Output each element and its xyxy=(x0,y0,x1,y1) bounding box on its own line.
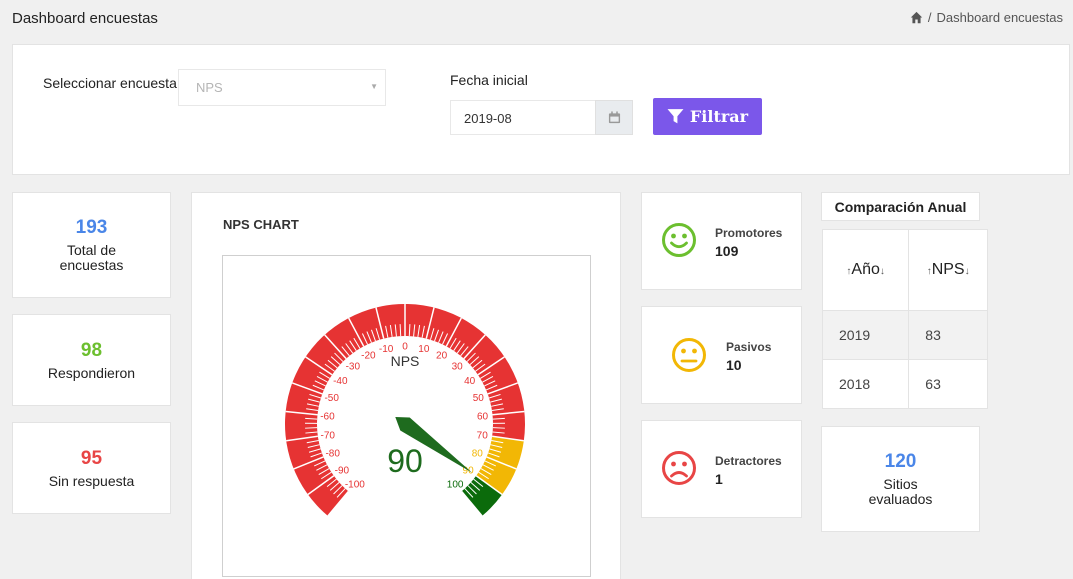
gauge-tick-label: 30 xyxy=(452,362,464,373)
gauge-minor-tick xyxy=(305,427,318,429)
survey-select-value: NPS xyxy=(196,80,223,95)
gauge-tick-label: 100 xyxy=(447,479,464,490)
gauge-tick-label: 0 xyxy=(402,342,408,353)
gauge-tick-label: -70 xyxy=(321,430,336,441)
table-cell-year: 2019 xyxy=(822,310,910,360)
top-bar: Dashboard encuestas / Dashboard encuesta… xyxy=(0,0,1073,40)
comparison-table: ↑Año↓ ↑NPS↓ 2019 83 2018 63 xyxy=(822,229,988,409)
no-answer-value: 95 xyxy=(80,448,103,469)
caret-down-icon: ▼ xyxy=(370,82,378,91)
gauge-value: 90 xyxy=(387,443,423,479)
gauge-tick-label: 40 xyxy=(464,376,476,387)
home-icon[interactable] xyxy=(910,11,923,24)
gauge-tick-label: -80 xyxy=(325,449,340,460)
gauge-tick-label: -90 xyxy=(335,465,350,476)
promoters-card: Promotores 109 xyxy=(641,192,802,290)
gauge-minor-tick xyxy=(492,417,505,420)
sites-label: Sitios evaluados xyxy=(868,476,933,507)
gauge-tick-label: 50 xyxy=(473,393,485,404)
gauge-tick-label: -100 xyxy=(345,479,365,490)
no-answer-card: 95 Sin respuesta xyxy=(12,422,171,514)
sites-value: 120 xyxy=(884,451,917,472)
calendar-button[interactable] xyxy=(595,100,633,135)
neutral-face-icon xyxy=(672,338,706,372)
gauge-tick-label: 60 xyxy=(477,411,489,422)
date-label: Fecha inicial xyxy=(450,72,528,88)
smile-icon xyxy=(662,223,696,257)
calendar-icon xyxy=(608,111,620,124)
nps-gauge: -100-90-80-70-60-50-40-30-20-10 0 10203040… xyxy=(284,304,525,517)
filter-button-label: Filtrar xyxy=(689,107,749,126)
filter-icon xyxy=(667,109,684,124)
table-cell-year: 2018 xyxy=(822,359,910,409)
passives-value: 10 xyxy=(726,357,742,373)
gauge-container: -100 -90 -80 -70 -60 -50 -40 -30 -20 -10 0 10 20 30 40… xyxy=(222,255,591,577)
gauge-minor-tick xyxy=(408,324,411,337)
nps-chart-card: NPS CHART -100 -90 -80 -70 -60 -50 -40 -30 -20 -1… xyxy=(191,192,621,579)
total-surveys-value: 193 xyxy=(75,217,108,238)
sites-card: 120 Sitios evaluados xyxy=(821,426,980,532)
gauge-tick-label: -60 xyxy=(320,411,335,422)
answered-value: 98 xyxy=(80,340,103,361)
promoters-value: 109 xyxy=(715,243,739,259)
gauge-tick-label: -20 xyxy=(361,351,376,362)
page-title: Dashboard encuestas xyxy=(12,10,158,27)
answered-label: Respondieron xyxy=(47,365,136,381)
column-header-nps[interactable]: ↑NPS↓ xyxy=(908,229,988,311)
detractors-value: 1 xyxy=(715,471,723,487)
detractors-card: Detractores 1 xyxy=(641,420,802,518)
gauge-tick-label: 70 xyxy=(477,430,489,441)
date-input[interactable]: 2019-08 xyxy=(450,100,596,135)
gauge-tick-label: -30 xyxy=(346,362,361,373)
gauge-tick-label: 20 xyxy=(436,351,448,362)
frown-icon xyxy=(662,451,696,485)
table-cell-nps: 83 xyxy=(908,310,988,360)
breadcrumb-current: Dashboard encuestas xyxy=(936,10,1063,25)
gauge-minor-tick xyxy=(492,427,505,429)
promoters-label: Promotores xyxy=(715,226,783,240)
total-surveys-label: Total de encuestas xyxy=(59,242,124,273)
table-row: 2019 83 xyxy=(822,310,988,360)
gauge-tick-label: -50 xyxy=(324,393,339,404)
table-row: 2018 63 xyxy=(822,359,988,409)
gauge-tick-label: -40 xyxy=(333,376,348,387)
gauge-tick-label: 80 xyxy=(472,449,484,460)
survey-label: Seleccionar encuesta: xyxy=(43,75,181,91)
sort-down-icon: ↓ xyxy=(879,266,885,277)
gauge-minor-tick xyxy=(399,324,402,337)
gauge-minor-tick xyxy=(305,417,318,420)
column-header-year[interactable]: ↑Año↓ xyxy=(822,229,910,311)
filter-button[interactable]: Filtrar xyxy=(653,98,762,135)
detractors-label: Detractores xyxy=(715,454,782,468)
breadcrumb: / Dashboard encuestas xyxy=(910,10,1063,25)
no-answer-label: Sin respuesta xyxy=(48,473,135,489)
breadcrumb-separator: / xyxy=(927,10,932,25)
passives-card: Pasivos 10 xyxy=(641,306,802,404)
comparison-title: Comparación Anual xyxy=(821,192,980,221)
answered-card: 98 Respondieron xyxy=(12,314,171,406)
sort-down-icon: ↓ xyxy=(964,266,970,277)
survey-select[interactable]: NPS ▼ xyxy=(178,69,386,106)
total-surveys-card: 193 Total de encuestas xyxy=(12,192,171,298)
gauge-tick-label: 10 xyxy=(418,344,430,355)
filter-panel: Seleccionar encuesta: NPS ▼ Fecha inicia… xyxy=(12,44,1070,175)
passives-label: Pasivos xyxy=(726,340,772,354)
chart-card-title: NPS CHART xyxy=(223,217,299,232)
gauge-title: NPS xyxy=(391,353,420,369)
table-cell-nps: 63 xyxy=(908,359,988,409)
